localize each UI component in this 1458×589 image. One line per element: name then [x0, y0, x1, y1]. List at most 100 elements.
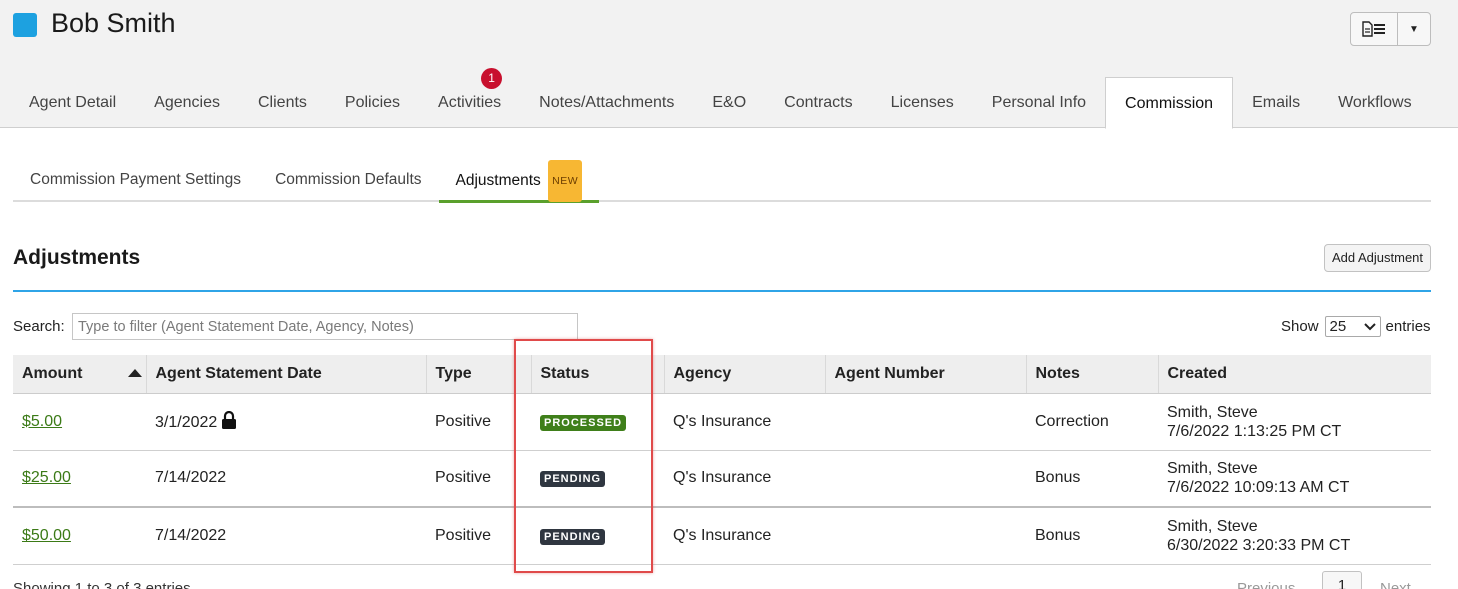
status-cell: PROCESSED [531, 393, 664, 451]
pagination-previous[interactable]: Previous [1237, 580, 1295, 589]
tab-label: Clients [258, 94, 307, 111]
column-label: Agent Statement Date [155, 364, 322, 382]
tab-notes-attachments[interactable]: Notes/Attachments [520, 77, 693, 128]
header-bar: Bob Smith ▼ Agent Detail Agencies Client… [0, 0, 1458, 129]
column-header-created[interactable]: Created [1158, 355, 1431, 394]
status-badge: PENDING [540, 528, 606, 545]
adjustments-table: Amount Agent Statement Date Type Status … [13, 355, 1431, 565]
created-by: Smith, Steve [1167, 517, 1258, 535]
notes-cell: Bonus [1026, 507, 1158, 565]
brand-logo [13, 13, 37, 37]
agency-cell: Q's Insurance [664, 507, 825, 565]
amount-cell: $5.00 [13, 393, 146, 451]
statement-date-cell: 7/14/2022 [146, 450, 426, 508]
table-row: $5.00 3/1/2022 Positive PROCESSED Q's In… [13, 393, 1431, 451]
section-divider [13, 290, 1431, 292]
column-header-agent-number[interactable]: Agent Number [825, 355, 1027, 394]
tab-label: E&O [712, 94, 747, 111]
status-badge: PENDING [540, 471, 606, 488]
page-length-value: 25 [1329, 318, 1347, 335]
created-at: 7/6/2022 10:09:13 AM CT [1167, 479, 1350, 497]
new-badge: NEW [548, 160, 583, 202]
table-info: Showing 1 to 3 of 3 entries [13, 580, 191, 589]
pagination-page-1[interactable]: 1 [1322, 571, 1362, 589]
agency-cell: Q's Insurance [664, 393, 825, 451]
tab-clients[interactable]: Clients [239, 77, 326, 128]
statement-date: 3/1/2022 [155, 414, 218, 431]
tab-policies[interactable]: Policies [326, 77, 419, 128]
table-row: $50.00 7/14/2022 Positive PENDING Q's In… [13, 507, 1431, 565]
amount-cell: $50.00 [13, 507, 146, 565]
tab-label: Contracts [784, 94, 853, 111]
agent-number-cell [825, 450, 1026, 508]
tab-agencies[interactable]: Agencies [135, 77, 239, 128]
subtab-commission-payment-settings[interactable]: Commission Payment Settings [13, 160, 258, 202]
amount-cell: $25.00 [13, 450, 146, 508]
sort-ascending-icon [127, 369, 142, 377]
created-cell: Smith, Steve 7/6/2022 10:09:13 AM CT [1158, 450, 1431, 508]
created-by: Smith, Steve [1167, 460, 1258, 478]
search-label: Search: [13, 318, 65, 335]
tab-contracts[interactable]: Contracts [765, 77, 871, 128]
page-title: Bob Smith [51, 8, 176, 38]
tab-label: Agencies [154, 94, 220, 111]
column-header-notes[interactable]: Notes [1026, 355, 1159, 394]
tab-label: Activities [438, 94, 502, 111]
created-at: 7/6/2022 1:13:25 PM CT [1167, 422, 1342, 440]
document-list-button[interactable] [1351, 13, 1398, 45]
amount-link[interactable]: $25.00 [22, 469, 71, 486]
tab-label: Agent Detail [29, 94, 117, 111]
table-row: $25.00 7/14/2022 Positive PENDING Q's In… [13, 450, 1431, 508]
column-header-agency[interactable]: Agency [664, 355, 826, 394]
type-cell: Positive [426, 450, 531, 508]
document-list-icon [1362, 21, 1385, 37]
tab-licenses[interactable]: Licenses [872, 77, 973, 128]
column-header-amount[interactable]: Amount [13, 355, 147, 394]
lock-icon [222, 411, 237, 429]
tab-label: Commission [1125, 95, 1214, 112]
tab-activities[interactable]: Activities 1 [419, 68, 520, 128]
add-adjustment-button[interactable]: Add Adjustment [1324, 244, 1431, 272]
tab-workflows[interactable]: Workflows [1319, 77, 1431, 128]
column-label: Agent Number [834, 364, 945, 382]
type-cell: Positive [426, 507, 531, 565]
section-title: Adjustments [13, 246, 141, 269]
page-length-select[interactable]: 25 [1324, 316, 1381, 337]
created-cell: Smith, Steve 6/30/2022 3:20:33 PM CT [1158, 507, 1431, 565]
actions-button-group: ▼ [1350, 12, 1431, 46]
search-input[interactable] [72, 313, 578, 340]
status-cell: PENDING [531, 507, 664, 565]
tab-agent-detail[interactable]: Agent Detail [10, 77, 135, 128]
column-header-type[interactable]: Type [426, 355, 532, 394]
amount-link[interactable]: $5.00 [22, 413, 62, 430]
column-label: Type [435, 364, 472, 382]
tab-e-and-o[interactable]: E&O [693, 77, 765, 128]
status-badge: PROCESSED [540, 414, 627, 431]
column-header-agent-statement-date[interactable]: Agent Statement Date [146, 355, 427, 394]
agent-number-cell [825, 393, 1026, 451]
tab-commission[interactable]: Commission [1105, 77, 1234, 129]
column-label: Created [1167, 364, 1228, 382]
tab-personal-info[interactable]: Personal Info [973, 77, 1105, 128]
created-cell: Smith, Steve 7/6/2022 1:13:25 PM CT [1158, 393, 1431, 451]
agency-cell: Q's Insurance [664, 450, 825, 508]
main-tabs: Agent Detail Agencies Clients Policies A… [10, 68, 1431, 129]
status-cell: PENDING [531, 450, 664, 508]
pagination-next[interactable]: Next [1380, 580, 1411, 589]
tab-label: Policies [344, 94, 401, 111]
caret-down-icon: ▼ [1409, 23, 1419, 35]
column-label: Amount [22, 364, 83, 382]
column-header-status[interactable]: Status [531, 355, 665, 394]
column-label: Agency [673, 364, 732, 382]
dropdown-toggle-button[interactable]: ▼ [1398, 13, 1430, 45]
agent-number-cell [825, 507, 1026, 565]
subtab-commission-defaults[interactable]: Commission Defaults [258, 160, 438, 202]
statement-date-cell: 7/14/2022 [146, 507, 426, 565]
subtab-adjustments[interactable]: Adjustments NEW [438, 160, 600, 203]
amount-link[interactable]: $50.00 [22, 527, 71, 544]
table-header-row: Amount Agent Statement Date Type Status … [13, 355, 1431, 394]
statement-date-cell: 3/1/2022 [146, 393, 426, 451]
page-length-control: Show 25 entries [1281, 316, 1431, 337]
notification-badge: 1 [481, 68, 503, 89]
tab-emails[interactable]: Emails [1233, 77, 1319, 128]
